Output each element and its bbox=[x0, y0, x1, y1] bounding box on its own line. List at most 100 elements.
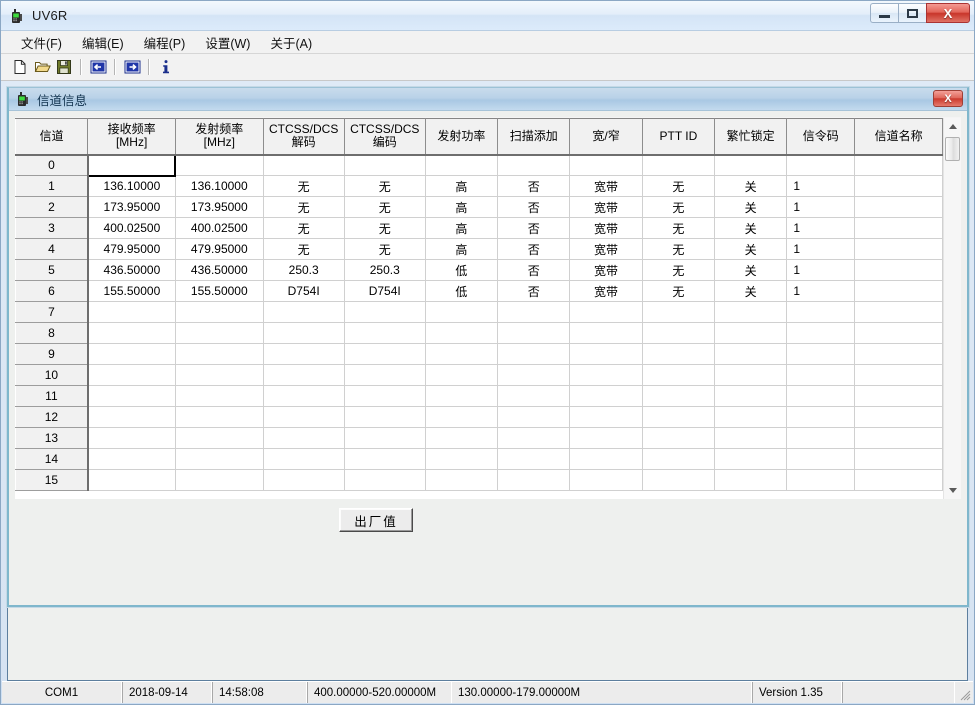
cell-tx-freq[interactable] bbox=[175, 385, 264, 407]
table-row[interactable]: 10 bbox=[15, 364, 943, 386]
cell-tx-freq[interactable] bbox=[175, 448, 264, 470]
channel-grid-vertical-scrollbar[interactable] bbox=[943, 118, 961, 499]
cell-ctcss-encode[interactable] bbox=[344, 406, 426, 428]
cell-signal-code[interactable] bbox=[786, 301, 856, 323]
cell-tx-power[interactable] bbox=[425, 322, 499, 344]
cell-tx-freq[interactable] bbox=[175, 154, 264, 176]
cell-channel-name[interactable] bbox=[854, 175, 943, 197]
cell-signal-code[interactable]: 1 bbox=[786, 280, 856, 302]
cell-ptt-id[interactable]: 无 bbox=[642, 196, 716, 218]
cell-ptt-id[interactable] bbox=[642, 385, 716, 407]
cell-channel-name[interactable] bbox=[854, 154, 943, 176]
cell-rx-freq[interactable] bbox=[87, 448, 176, 470]
cell-busy-lock[interactable]: 关 bbox=[714, 196, 788, 218]
cell-ctcss-decode[interactable] bbox=[263, 385, 345, 407]
cell-scan-add[interactable]: 否 bbox=[497, 175, 571, 197]
cell-tx-freq[interactable] bbox=[175, 406, 264, 428]
row-header-channel[interactable]: 9 bbox=[15, 343, 89, 365]
row-header-channel[interactable]: 0 bbox=[15, 154, 89, 176]
menu-about[interactable]: 关于(A) bbox=[260, 31, 322, 54]
cell-ctcss-decode[interactable] bbox=[263, 427, 345, 449]
cell-tx-power[interactable] bbox=[425, 469, 499, 491]
row-header-channel[interactable]: 4 bbox=[15, 238, 89, 260]
table-row[interactable]: 15 bbox=[15, 469, 943, 491]
cell-bandwidth[interactable] bbox=[569, 364, 643, 386]
cell-signal-code[interactable] bbox=[786, 364, 856, 386]
cell-ctcss-encode[interactable] bbox=[344, 364, 426, 386]
row-header-channel[interactable]: 10 bbox=[15, 364, 89, 386]
cell-rx-freq[interactable]: 155.50000 bbox=[87, 280, 176, 302]
col-scan-add[interactable]: 扫描添加 bbox=[497, 118, 571, 156]
table-row[interactable]: 8 bbox=[15, 322, 943, 344]
cell-scan-add[interactable] bbox=[497, 469, 571, 491]
cell-scan-add[interactable] bbox=[497, 322, 571, 344]
col-bandwidth[interactable]: 宽/窄 bbox=[569, 118, 643, 156]
table-row[interactable]: 3 400.02500 400.02500 无无高否宽带无关 1 bbox=[15, 217, 943, 239]
col-ctcss-decode[interactable]: CTCSS/DCS 解码 bbox=[262, 118, 345, 156]
cell-channel-name[interactable] bbox=[854, 196, 943, 218]
cell-bandwidth[interactable]: 宽带 bbox=[569, 238, 643, 260]
table-row[interactable]: 4 479.95000 479.95000 无无高否宽带无关 1 bbox=[15, 238, 943, 260]
cell-signal-code[interactable]: 1 bbox=[786, 259, 856, 281]
cell-busy-lock[interactable]: 关 bbox=[714, 217, 788, 239]
cell-scan-add[interactable] bbox=[497, 448, 571, 470]
cell-tx-power[interactable] bbox=[425, 154, 499, 176]
cell-rx-freq[interactable] bbox=[87, 343, 176, 365]
cell-busy-lock[interactable]: 关 bbox=[714, 175, 788, 197]
col-channel-name[interactable]: 信道名称 bbox=[854, 118, 943, 156]
menu-file[interactable]: 文件(F) bbox=[11, 31, 72, 54]
cell-tx-power[interactable]: 高 bbox=[425, 238, 499, 260]
cell-bandwidth[interactable] bbox=[569, 448, 643, 470]
cell-tx-freq[interactable] bbox=[175, 322, 264, 344]
scroll-down-button[interactable] bbox=[944, 482, 961, 499]
close-button[interactable]: X bbox=[926, 3, 970, 23]
cell-ctcss-encode[interactable]: 无 bbox=[344, 238, 426, 260]
cell-tx-power[interactable]: 高 bbox=[425, 217, 499, 239]
cell-channel-name[interactable] bbox=[854, 385, 943, 407]
new-file-button[interactable] bbox=[9, 56, 31, 78]
cell-scan-add[interactable] bbox=[497, 364, 571, 386]
cell-tx-power[interactable]: 高 bbox=[425, 196, 499, 218]
cell-bandwidth[interactable]: 宽带 bbox=[569, 217, 643, 239]
col-busy-lock[interactable]: 繁忙锁定 bbox=[714, 118, 788, 156]
col-ptt-id[interactable]: PTT ID bbox=[641, 118, 716, 156]
cell-scan-add[interactable] bbox=[497, 406, 571, 428]
cell-ctcss-decode[interactable] bbox=[263, 343, 345, 365]
cell-tx-freq[interactable]: 400.02500 bbox=[175, 217, 264, 239]
row-header-channel[interactable]: 2 bbox=[15, 196, 89, 218]
cell-busy-lock[interactable] bbox=[714, 301, 788, 323]
cell-tx-power[interactable]: 低 bbox=[425, 259, 499, 281]
cell-signal-code[interactable]: 1 bbox=[786, 175, 856, 197]
table-row[interactable]: 11 bbox=[15, 385, 943, 407]
cell-tx-freq[interactable] bbox=[175, 301, 264, 323]
cell-signal-code[interactable]: 1 bbox=[786, 217, 856, 239]
cell-tx-power[interactable] bbox=[425, 385, 499, 407]
cell-scan-add[interactable] bbox=[497, 343, 571, 365]
cell-signal-code[interactable] bbox=[786, 322, 856, 344]
col-rx-freq[interactable]: 接收频率 [MHz] bbox=[87, 118, 176, 156]
cell-signal-code[interactable] bbox=[786, 343, 856, 365]
cell-channel-name[interactable] bbox=[854, 448, 943, 470]
cell-rx-freq[interactable]: 173.95000 bbox=[87, 196, 176, 218]
cell-signal-code[interactable] bbox=[786, 448, 856, 470]
menu-program[interactable]: 编程(P) bbox=[134, 31, 196, 54]
cell-rx-freq[interactable] bbox=[87, 322, 176, 344]
cell-ptt-id[interactable]: 无 bbox=[642, 238, 716, 260]
minimize-button[interactable] bbox=[870, 3, 898, 23]
cell-tx-freq[interactable] bbox=[175, 427, 264, 449]
open-folder-button[interactable] bbox=[31, 56, 53, 78]
resize-grip-icon[interactable] bbox=[955, 682, 973, 703]
cell-ctcss-encode[interactable]: 250.3 bbox=[344, 259, 426, 281]
cell-ptt-id[interactable] bbox=[642, 448, 716, 470]
cell-rx-freq[interactable] bbox=[87, 427, 176, 449]
cell-ctcss-decode[interactable] bbox=[263, 448, 345, 470]
row-header-channel[interactable]: 11 bbox=[15, 385, 89, 407]
cell-ptt-id[interactable]: 无 bbox=[642, 259, 716, 281]
write-to-radio-button[interactable] bbox=[121, 56, 143, 78]
cell-rx-freq[interactable] bbox=[86, 153, 177, 177]
cell-ctcss-decode[interactable] bbox=[263, 322, 345, 344]
cell-signal-code[interactable] bbox=[786, 427, 856, 449]
cell-ctcss-encode[interactable]: 无 bbox=[344, 217, 426, 239]
cell-channel-name[interactable] bbox=[854, 469, 943, 491]
cell-ctcss-decode[interactable]: D754I bbox=[263, 280, 345, 302]
